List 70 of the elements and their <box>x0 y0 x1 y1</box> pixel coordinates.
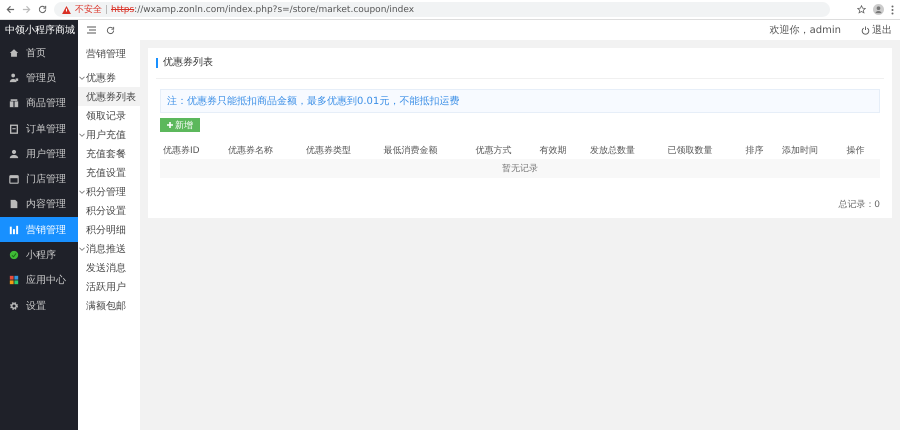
submenu-item[interactable]: 领取记录 <box>78 106 140 125</box>
power-icon <box>861 26 870 34</box>
caret-icon <box>79 74 85 80</box>
column-header: 优惠券名称 <box>225 142 303 159</box>
menu-icon[interactable] <box>87 26 96 34</box>
column-header: 优惠券类型 <box>302 142 381 159</box>
submenu-title: 营销管理 <box>85 48 127 62</box>
welcome-text: 欢迎你，admin <box>770 24 841 37</box>
submenu-group[interactable]: 消息推送 <box>78 239 140 258</box>
submenu-item[interactable]: 充值设置 <box>78 163 140 182</box>
logout-link[interactable]: 退出 <box>861 23 892 37</box>
submenu-item[interactable]: 满额包邮 <box>78 296 140 315</box>
account-icon[interactable] <box>873 4 884 15</box>
nav-item[interactable]: 设置 <box>0 292 78 318</box>
nav-item[interactable]: 商品管理 <box>0 90 78 116</box>
nav-item[interactable]: 管理员 <box>0 65 78 91</box>
nav-item[interactable]: 首页 <box>0 40 78 66</box>
menu-icon[interactable] <box>891 4 894 14</box>
column-header: 优惠方式 <box>472 142 536 159</box>
submenu-group[interactable]: 优惠券 <box>78 68 140 87</box>
chart-icon <box>9 224 19 235</box>
column-header: 添加时间 <box>779 142 844 159</box>
nav-item[interactable]: 门店管理 <box>0 166 78 192</box>
empty-message: 暂无记录 <box>502 164 538 174</box>
warning-icon <box>62 6 71 14</box>
column-header: 有效期 <box>536 142 587 159</box>
security-label: 不安全 <box>75 4 102 16</box>
nav-item[interactable]: 订单管理 <box>0 116 78 142</box>
column-header: 发放总数量 <box>586 142 665 159</box>
clipboard-icon <box>9 124 19 134</box>
app-title: 中领小程序商城 <box>4 24 76 38</box>
submenu-group[interactable]: 用户充值 <box>78 125 140 144</box>
grid-icon <box>9 275 19 286</box>
column-header: 操作 <box>843 142 880 159</box>
star-icon[interactable] <box>857 5 866 14</box>
submenu-item[interactable]: 发送消息 <box>78 258 140 277</box>
total-count: 总记录：0 <box>838 200 880 210</box>
notice-text: 注：优惠券只能抵扣商品金额，最多优惠到0.01元，不能抵扣运费 <box>160 89 880 113</box>
column-header: 已领取数量 <box>664 142 743 159</box>
caret-icon <box>79 132 85 138</box>
home-icon <box>9 48 19 58</box>
settings-icon <box>9 300 19 311</box>
submenu-item[interactable]: 充值套餐 <box>78 144 140 163</box>
person-icon <box>9 72 19 83</box>
submenu-item[interactable]: 积分明细 <box>78 220 140 239</box>
column-header: 优惠券ID <box>160 142 226 159</box>
user-icon <box>9 148 19 159</box>
submenu-item[interactable]: 积分设置 <box>78 201 140 220</box>
document-icon <box>9 199 19 210</box>
caret-icon <box>79 188 85 194</box>
url-text: https://wxamp.zonln.com/index.php?s=/store/market.coupon/index <box>111 4 414 14</box>
store-icon <box>9 174 19 184</box>
submenu-item[interactable]: 优惠券列表 <box>78 87 140 106</box>
nav-item[interactable]: 小程序 <box>0 242 78 268</box>
nav-item[interactable]: 应用中心 <box>0 268 78 293</box>
gift-icon <box>9 98 19 108</box>
submenu-item[interactable]: 活跃用户 <box>78 277 140 296</box>
plus-icon <box>167 122 173 128</box>
submenu-group[interactable]: 积分管理 <box>78 182 140 201</box>
back-icon[interactable] <box>6 5 15 14</box>
nav-item[interactable]: 用户管理 <box>0 141 78 166</box>
nav-item[interactable]: 内容管理 <box>0 192 78 218</box>
reload-icon[interactable] <box>106 26 115 34</box>
caret-icon <box>79 246 85 252</box>
column-header: 最低消费金额 <box>380 142 472 159</box>
reload-icon[interactable] <box>38 5 47 14</box>
column-header: 排序 <box>742 142 780 159</box>
address-bar[interactable]: 不安全 https://wxamp.zonln.com/index.php?s=/store/market.coupon/index <box>54 2 830 17</box>
circle-icon <box>9 250 19 260</box>
panel-title: 优惠券列表 <box>156 58 213 68</box>
